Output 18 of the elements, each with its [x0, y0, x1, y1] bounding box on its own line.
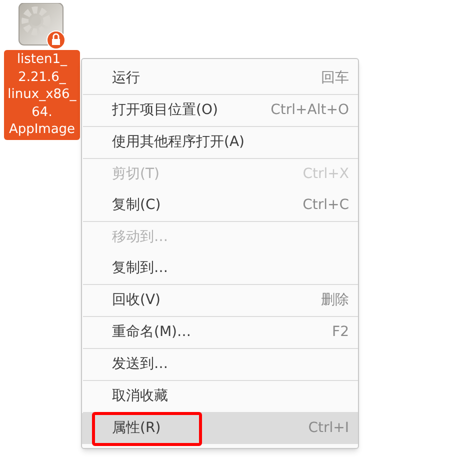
menu-item[interactable]: 重命名(M)… F2 — [82, 317, 358, 348]
shortcut-label: F2 — [332, 323, 349, 342]
menu-item[interactable]: 回收(V) 删除 — [82, 285, 358, 316]
app-icon[interactable] — [18, 3, 66, 49]
shortcut-label: Ctrl+Alt+O — [270, 101, 349, 120]
menu-item[interactable]: 打开项目位置(O) Ctrl+Alt+O — [82, 95, 358, 126]
shortcut-label: Ctrl+I — [308, 419, 349, 438]
menu-item[interactable]: 使用其他程序打开(A) — [82, 127, 358, 158]
file-name-label[interactable]: listen1_ 2.21.6_ linux_x86_ 64. AppImage — [4, 50, 80, 140]
shortcut-label: 删除 — [321, 291, 349, 310]
shortcut-label: Ctrl+C — [302, 196, 349, 215]
menu-item[interactable]: 发送到… — [82, 349, 358, 380]
menu-item[interactable]: 复制到… — [82, 253, 358, 284]
menu-item[interactable]: 属性(R) Ctrl+I — [82, 413, 358, 444]
menu-item[interactable]: 运行 回车 — [82, 63, 358, 94]
menu-item[interactable]: 复制(C) Ctrl+C — [82, 190, 358, 221]
menu-item[interactable]: 取消收藏 — [82, 381, 358, 412]
shortcut-label: 回车 — [321, 69, 349, 88]
